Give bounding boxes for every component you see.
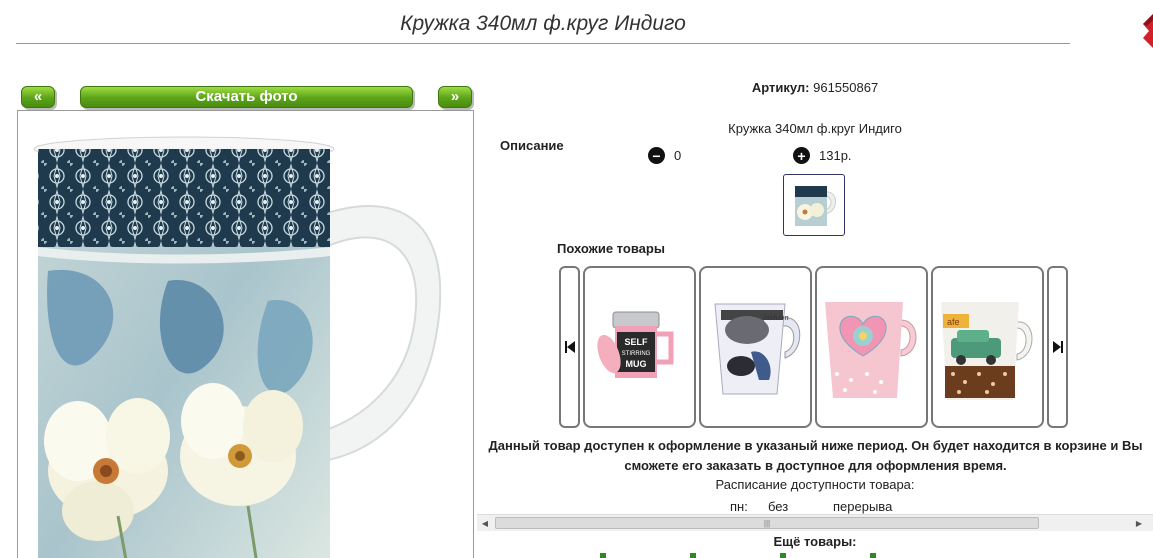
title-divider xyxy=(16,43,1070,44)
gallery-next-button[interactable]: » xyxy=(438,86,472,108)
carousel-prev-button[interactable] xyxy=(559,266,580,428)
scroll-left-icon[interactable]: ◀ xyxy=(477,515,493,531)
sku-value: 961550867 xyxy=(813,80,879,95)
product-photo[interactable] xyxy=(17,110,474,558)
availability-notice: Данный товар доступен к оформление в ука… xyxy=(488,438,1143,473)
price-value: 131р. xyxy=(819,148,852,163)
svg-text:afe: afe xyxy=(947,317,960,327)
more-products-title: Ещё товары: xyxy=(773,534,857,549)
horizontal-scrollbar[interactable]: ◀ ||| ▶ xyxy=(477,514,1153,531)
svg-text:fashion: fashion xyxy=(762,314,789,322)
self-stirring-mug-icon: SELF STIRRING MUG xyxy=(597,311,674,378)
schedule-value-b: перерыва xyxy=(833,499,893,514)
schedule-value-a: без xyxy=(768,499,789,514)
schedule-day: пн: xyxy=(730,499,748,514)
quantity-value: 0 xyxy=(674,148,682,163)
svg-text:SELF: SELF xyxy=(624,337,648,347)
skip-back-icon xyxy=(564,341,575,353)
sku-label: Артикул: xyxy=(751,80,810,95)
download-photo-button[interactable]: Скачать фото xyxy=(80,86,413,108)
gallery-prev-button[interactable]: « xyxy=(21,86,55,108)
sku-row: Артикул: 961550867 xyxy=(640,80,990,95)
similar-item-fashion-mug[interactable]: fashion xyxy=(699,266,812,428)
svg-text:MUG: MUG xyxy=(626,359,647,369)
red-marker-icon[interactable] xyxy=(1140,14,1153,48)
more-products-strip xyxy=(600,553,940,558)
similar-item-self-stirring-mug[interactable]: SELF STIRRING MUG xyxy=(583,266,696,428)
page-title: Кружка 340мл ф.круг Индиго xyxy=(400,12,686,35)
heart-mug-icon xyxy=(825,302,917,398)
minus-icon[interactable]: − xyxy=(648,147,665,164)
similar-products-title: Похожие товары xyxy=(557,241,665,256)
similar-item-heart-mug[interactable] xyxy=(815,266,928,428)
similar-item-car-coffee-mug[interactable]: afe xyxy=(931,266,1044,428)
skip-forward-icon xyxy=(1052,341,1063,353)
car-coffee-mug-icon: afe xyxy=(941,302,1033,400)
plus-icon[interactable]: + xyxy=(793,147,810,164)
carousel-next-button[interactable] xyxy=(1047,266,1068,428)
product-thumbnail[interactable] xyxy=(783,174,845,236)
mug-thumbnail-icon xyxy=(795,186,836,226)
scroll-thumb[interactable]: ||| xyxy=(495,517,1039,529)
svg-text:STIRRING: STIRRING xyxy=(622,351,651,357)
schedule-label: Расписание доступности товара: xyxy=(715,477,915,492)
scroll-right-icon[interactable]: ▶ xyxy=(1131,515,1147,531)
mug-image xyxy=(33,136,442,558)
description-label: Описание xyxy=(500,138,564,153)
fashion-mug-icon: fashion xyxy=(714,303,801,395)
product-name: Кружка 340мл ф.круг Индиго xyxy=(728,121,902,136)
